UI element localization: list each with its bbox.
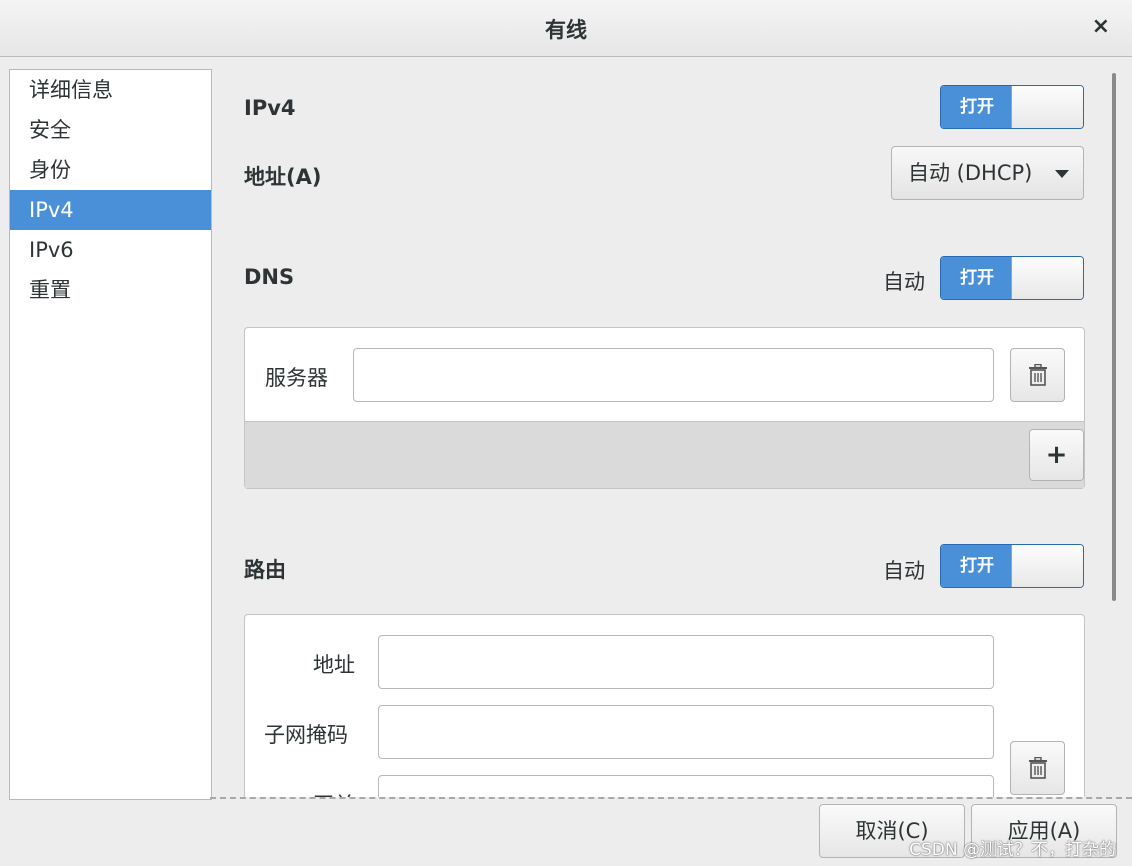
route-entry-panel: 地址 子网掩码 网关 [244, 614, 1085, 797]
trash-icon [1028, 757, 1047, 779]
sidebar-item-identity[interactable]: 身份 [10, 150, 211, 190]
sidebar: 详细信息 安全 身份 IPv4 IPv6 重置 [9, 69, 212, 800]
ipv4-toggle-knob [1011, 86, 1083, 128]
routes-auto-toggle[interactable]: 打开 [940, 544, 1084, 588]
routes-toggle-on-label: 打开 [941, 545, 1013, 587]
close-icon[interactable]: × [1092, 14, 1110, 39]
dns-auto-label: 自动 [883, 270, 925, 294]
sidebar-item-reset[interactable]: 重置 [10, 270, 211, 310]
trash-icon [1028, 364, 1047, 386]
watermark-text: CSDN @测试？不，打杂的 [909, 840, 1116, 860]
title-bar: 有线 × [0, 0, 1132, 57]
ipv4-toggle[interactable]: 打开 [940, 85, 1084, 129]
address-label: 地址(A) [244, 165, 322, 189]
sidebar-item-ipv6[interactable]: IPv6 [10, 230, 211, 270]
routes-heading: 路由 [244, 558, 286, 582]
routes-auto-label: 自动 [883, 559, 925, 583]
route-gateway-label: 网关 [313, 789, 355, 797]
scrollbar[interactable] [1112, 73, 1116, 601]
route-delete-button[interactable] [1010, 741, 1065, 795]
chevron-down-icon [1055, 170, 1069, 178]
dns-server-input[interactable] [353, 348, 994, 402]
route-address-label: 地址 [313, 653, 355, 677]
dns-toggle-on-label: 打开 [941, 257, 1013, 299]
sidebar-item-security[interactable]: 安全 [10, 110, 211, 150]
sidebar-item-ipv4[interactable]: IPv4 [10, 190, 211, 230]
window-title: 有线 [545, 18, 587, 42]
dns-add-bar: + [245, 421, 1084, 488]
route-netmask-label: 子网掩码 [264, 723, 348, 747]
dns-toggle-knob [1011, 257, 1083, 299]
route-netmask-input[interactable] [378, 705, 994, 759]
address-mode-dropdown[interactable]: 自动 (DHCP) [891, 146, 1084, 200]
routes-toggle-knob [1011, 545, 1083, 587]
dns-heading: DNS [244, 265, 295, 289]
dns-server-panel: 服务器 + [244, 327, 1085, 489]
ipv4-heading: IPv4 [244, 96, 296, 120]
dns-add-button[interactable]: + [1029, 429, 1084, 481]
address-mode-value: 自动 (DHCP) [908, 161, 1033, 185]
settings-panel: IPv4 打开 地址(A) 自动 (DHCP) DNS 自动 打开 服务器 + [210, 57, 1132, 797]
dns-auto-toggle[interactable]: 打开 [940, 256, 1084, 300]
route-address-input[interactable] [378, 635, 994, 689]
ipv4-toggle-on-label: 打开 [941, 86, 1013, 128]
route-gateway-input[interactable] [378, 775, 994, 797]
scroll-edge-indicator [210, 797, 1132, 799]
sidebar-item-details[interactable]: 详细信息 [10, 70, 211, 110]
dns-server-delete-button[interactable] [1010, 348, 1065, 402]
dns-server-label: 服务器 [265, 366, 328, 390]
